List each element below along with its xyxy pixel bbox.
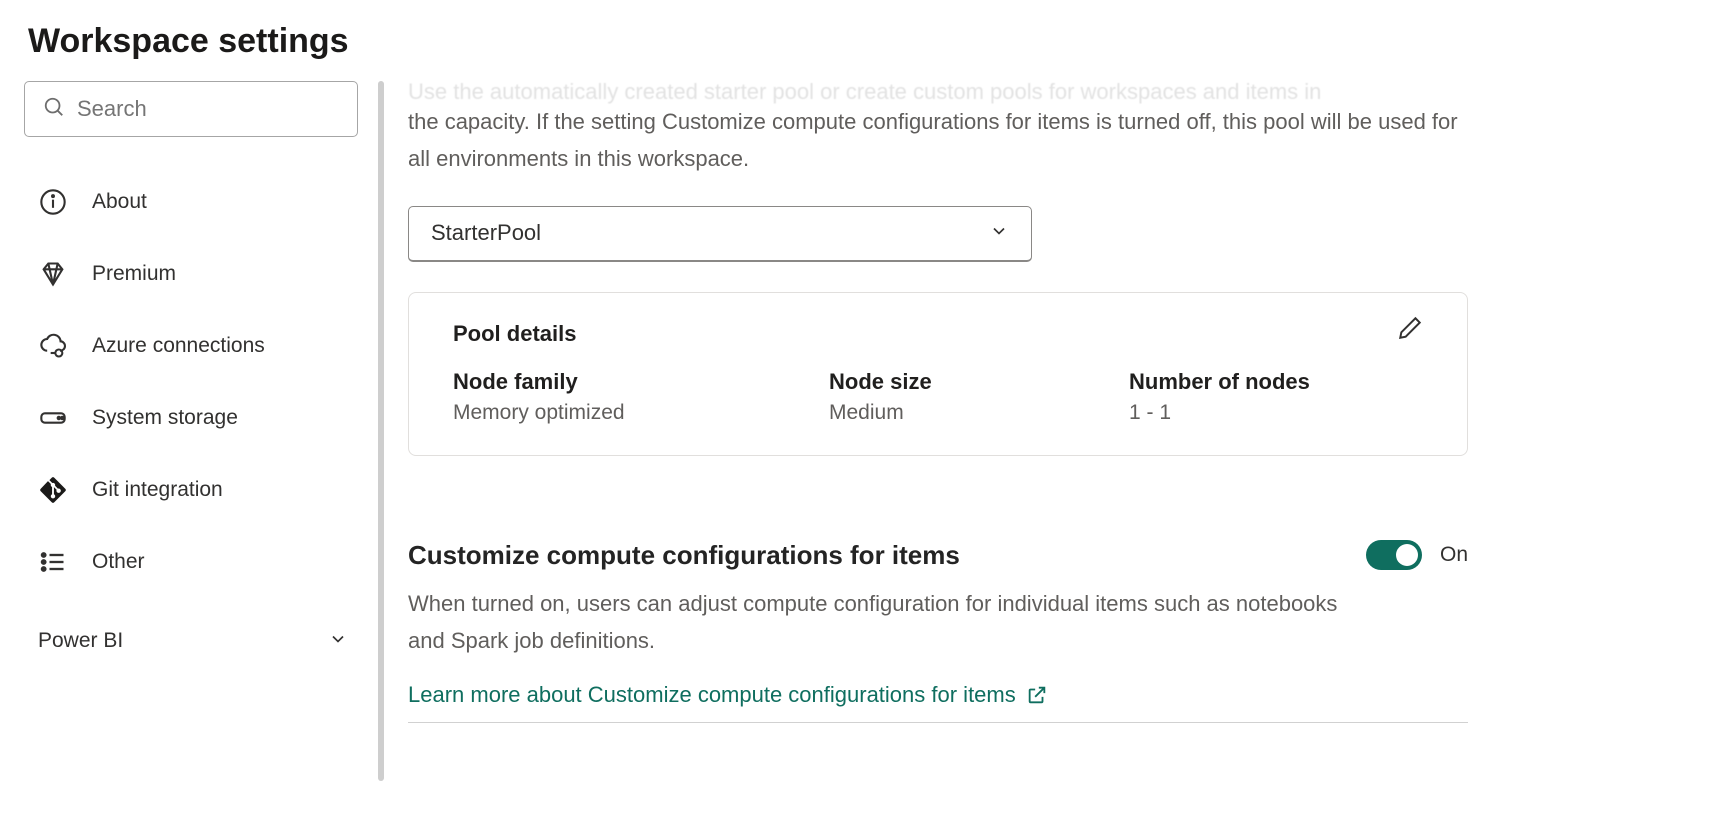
pool-value: Memory optimized xyxy=(453,401,829,425)
pool-select[interactable]: StarterPool xyxy=(408,206,1032,262)
toggle-state-label: On xyxy=(1440,543,1468,567)
pool-value: Medium xyxy=(829,401,1129,425)
chevron-down-icon xyxy=(328,629,348,654)
sidebar-item-label: Other xyxy=(92,550,145,574)
pool-label: Number of nodes xyxy=(1129,369,1310,395)
learn-more-label: Learn more about Customize compute confi… xyxy=(408,682,1016,708)
customize-compute-desc: When turned on, users can adjust compute… xyxy=(408,585,1338,660)
pool-label: Node size xyxy=(829,369,1129,395)
pool-intro-text: the capacity. If the setting Customize c… xyxy=(408,103,1468,178)
chevron-down-icon xyxy=(989,221,1009,246)
pool-details-title: Pool details xyxy=(453,321,1423,347)
sidebar-item-other[interactable]: Other xyxy=(24,533,370,591)
sidebar-item-azure-connections[interactable]: Azure connections xyxy=(24,317,370,375)
sidebar-item-git-integration[interactable]: Git integration xyxy=(24,461,370,519)
storage-icon xyxy=(38,403,68,433)
pencil-icon xyxy=(1397,315,1423,341)
settings-sidebar: About Premium Azure connections System s… xyxy=(0,81,370,822)
diamond-icon xyxy=(38,259,68,289)
pool-value: 1 - 1 xyxy=(1129,401,1310,425)
pool-details-card: Pool details Node family Memory optimize… xyxy=(408,292,1468,456)
sidebar-item-system-storage[interactable]: System storage xyxy=(24,389,370,447)
main-content: Use the automatically created starter po… xyxy=(408,81,1710,822)
customize-compute-toggle[interactable] xyxy=(1366,540,1422,570)
search-input-wrap[interactable] xyxy=(24,81,358,137)
customize-compute-setting: Customize compute configurations for ite… xyxy=(408,540,1468,723)
cloud-link-icon xyxy=(38,331,68,361)
pool-col-node-size: Node size Medium xyxy=(829,369,1129,425)
customize-compute-title: Customize compute configurations for ite… xyxy=(408,540,960,571)
sidebar-section-powerbi[interactable]: Power BI xyxy=(24,621,370,661)
info-icon xyxy=(38,187,68,217)
page-title: Workspace settings xyxy=(0,0,1710,81)
sidebar-item-premium[interactable]: Premium xyxy=(24,245,370,303)
sidebar-item-label: Azure connections xyxy=(92,334,265,358)
sidebar-item-label: Premium xyxy=(92,262,176,286)
pool-select-value: StarterPool xyxy=(431,220,541,246)
search-input[interactable] xyxy=(77,96,339,122)
toggle-knob xyxy=(1396,544,1418,566)
sidebar-divider[interactable] xyxy=(378,81,384,781)
sidebar-nav: About Premium Azure connections System s… xyxy=(24,173,370,591)
sidebar-item-label: Git integration xyxy=(92,478,223,502)
learn-more-link[interactable]: Learn more about Customize compute confi… xyxy=(408,682,1048,708)
list-icon xyxy=(38,547,68,577)
pool-col-node-family: Node family Memory optimized xyxy=(453,369,829,425)
intro-text-cut: Use the automatically created starter po… xyxy=(408,81,1670,103)
search-icon xyxy=(43,96,65,123)
pool-label: Node family xyxy=(453,369,829,395)
sidebar-item-label: System storage xyxy=(92,406,238,430)
sidebar-item-about[interactable]: About xyxy=(24,173,370,231)
git-icon xyxy=(38,475,68,505)
pool-col-node-count: Number of nodes 1 - 1 xyxy=(1129,369,1310,425)
external-link-icon xyxy=(1026,684,1048,706)
edit-pool-button[interactable] xyxy=(1397,315,1423,346)
sidebar-section-label: Power BI xyxy=(38,629,123,653)
sidebar-item-label: About xyxy=(92,190,147,214)
